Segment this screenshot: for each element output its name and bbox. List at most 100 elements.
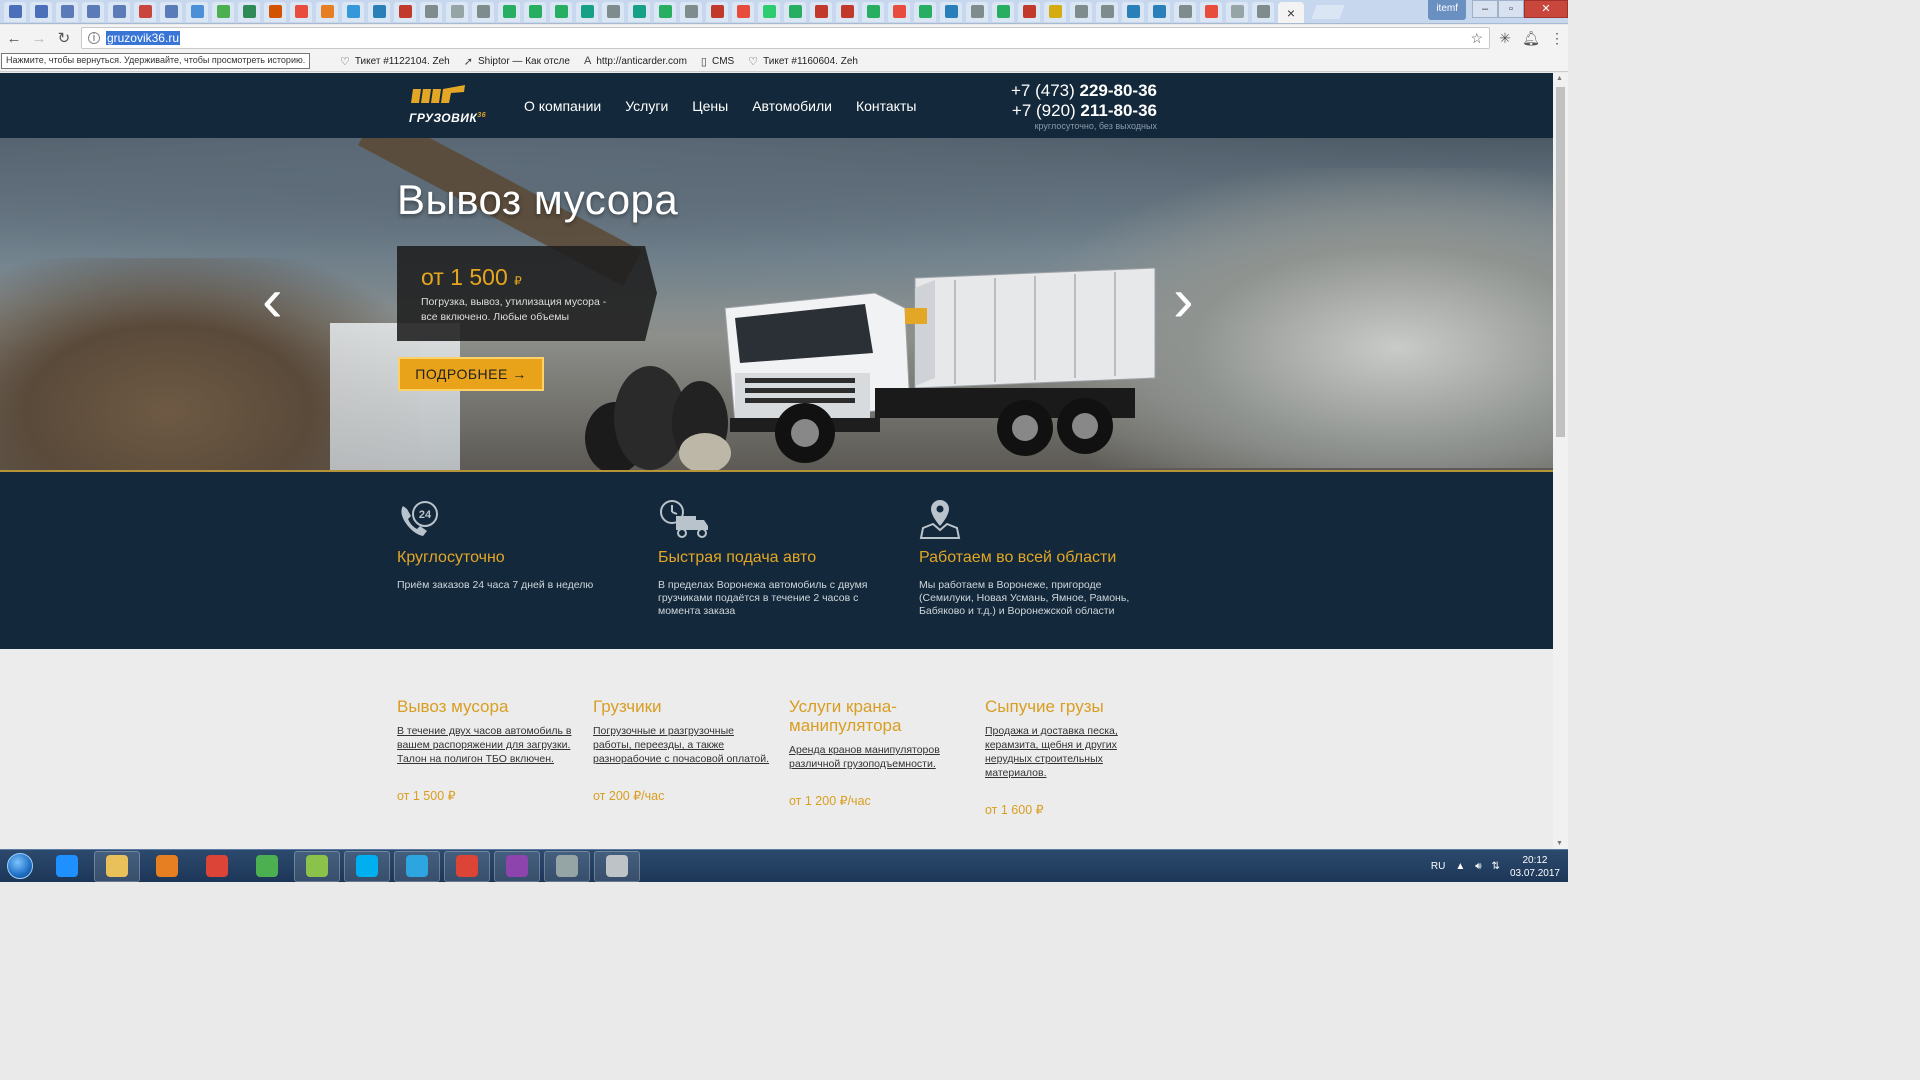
browser-tab[interactable]: [1174, 1, 1196, 22]
browser-tab[interactable]: [368, 1, 390, 22]
taskbar-app-button[interactable]: [94, 850, 140, 882]
minimize-button[interactable]: –: [1472, 0, 1498, 18]
maximize-button[interactable]: ▫: [1498, 0, 1524, 18]
browser-tab[interactable]: [914, 1, 936, 22]
browser-tab[interactable]: [446, 1, 468, 22]
browser-tab[interactable]: [732, 1, 754, 22]
browser-tab[interactable]: [862, 1, 884, 22]
bookmark-item[interactable]: ▯ CMS: [701, 55, 734, 68]
browser-tab[interactable]: [758, 1, 780, 22]
taskbar-app-button[interactable]: [194, 851, 240, 882]
more-details-button[interactable]: ПОДРОБНЕЕ →: [398, 357, 544, 391]
browser-tab[interactable]: [940, 1, 962, 22]
taskbar-app-button[interactable]: [244, 851, 290, 882]
nav-link[interactable]: Цены: [692, 98, 728, 114]
browser-tab[interactable]: [4, 1, 26, 22]
browser-tab[interactable]: [1044, 1, 1066, 22]
browser-tab[interactable]: [30, 1, 52, 22]
browser-tab[interactable]: [1226, 1, 1248, 22]
browser-tab[interactable]: [1252, 1, 1274, 22]
tray-expand-icon[interactable]: ▲: [1455, 861, 1465, 872]
browser-tab[interactable]: [550, 1, 572, 22]
extension-icon[interactable]: ✳: [1494, 30, 1516, 47]
browser-tab[interactable]: [82, 1, 104, 22]
browser-tab[interactable]: [472, 1, 494, 22]
taskbar-app-button[interactable]: [44, 851, 90, 882]
browser-tab[interactable]: [290, 1, 312, 22]
browser-tab[interactable]: [134, 1, 156, 22]
service-title[interactable]: Услуги крана-манипулятора: [789, 697, 969, 735]
scrollbar-thumb[interactable]: [1556, 87, 1565, 437]
taskbar-app-button[interactable]: [394, 850, 440, 882]
page-scrollbar[interactable]: ▲ ▼: [1553, 73, 1568, 849]
info-icon[interactable]: i: [87, 32, 100, 44]
slider-next-arrow-icon[interactable]: ›: [1173, 270, 1194, 332]
scroll-up-icon[interactable]: ▲: [1556, 75, 1563, 82]
service-card[interactable]: Сыпучие грузы Продажа и доставка песка, …: [985, 697, 1165, 817]
site-logo[interactable]: ГРУЗОВИК36: [409, 83, 489, 129]
browser-tab[interactable]: [316, 1, 338, 22]
taskbar-app-button[interactable]: [144, 851, 190, 882]
language-indicator[interactable]: RU: [1431, 861, 1445, 872]
nav-link[interactable]: О компании: [524, 98, 601, 114]
service-card[interactable]: Услуги крана-манипулятора Аренда кранов …: [789, 697, 969, 808]
service-card[interactable]: Вывоз мусора В течение двух часов автомо…: [397, 697, 577, 803]
phone-1[interactable]: +7 (473) 229-80-36: [1011, 81, 1157, 101]
browser-tab[interactable]: [888, 1, 910, 22]
browser-tab[interactable]: [108, 1, 130, 22]
service-card[interactable]: Грузчики Погрузочные и разгрузочные рабо…: [593, 697, 773, 803]
bookmark-item[interactable]: ♡ Тикет #1160604. Zeh: [748, 55, 858, 68]
service-text[interactable]: Продажа и доставка песка, керамзита, щеб…: [985, 724, 1165, 780]
nav-link[interactable]: Автомобили: [752, 98, 832, 114]
phone-2[interactable]: +7 (920) 211-80-36: [1011, 101, 1157, 121]
back-arrow-icon[interactable]: ←: [3, 27, 25, 49]
taskbar-app-button[interactable]: [594, 850, 640, 882]
new-tab-button[interactable]: [1311, 4, 1345, 19]
forward-arrow-icon[interactable]: →: [28, 27, 50, 49]
service-title[interactable]: Грузчики: [593, 697, 773, 716]
browser-tab[interactable]: [836, 1, 858, 22]
nav-link[interactable]: Услуги: [625, 98, 668, 114]
browser-tab[interactable]: [56, 1, 78, 22]
browser-tab[interactable]: [498, 1, 520, 22]
bookmark-item[interactable]: Ahttp://anticarder.com: [584, 55, 687, 67]
menu-icon[interactable]: ⋮: [1546, 30, 1568, 47]
browser-tab[interactable]: [1096, 1, 1118, 22]
profile-button[interactable]: itemf: [1428, 0, 1466, 20]
browser-tab[interactable]: [1200, 1, 1222, 22]
close-window-button[interactable]: ✕: [1524, 0, 1568, 18]
browser-tab[interactable]: [212, 1, 234, 22]
service-title[interactable]: Вывоз мусора: [397, 697, 577, 716]
browser-tab[interactable]: [394, 1, 416, 22]
network-icon[interactable]: ⇅: [1492, 861, 1500, 872]
browser-tab[interactable]: [680, 1, 702, 22]
browser-tab[interactable]: [576, 1, 598, 22]
browser-tab[interactable]: [186, 1, 208, 22]
browser-tab[interactable]: [1122, 1, 1144, 22]
service-text[interactable]: Аренда кранов манипуляторов различной гр…: [789, 743, 969, 771]
service-text[interactable]: В течение двух часов автомобиль в вашем …: [397, 724, 577, 766]
service-text[interactable]: Погрузочные и разгрузочные работы, перее…: [593, 724, 773, 766]
bookmark-star-icon[interactable]: ☆: [1470, 30, 1483, 47]
browser-tab[interactable]: [1018, 1, 1040, 22]
browser-tab[interactable]: [160, 1, 182, 22]
browser-tab[interactable]: [342, 1, 364, 22]
clock[interactable]: 20:12 03.07.2017: [1510, 854, 1560, 880]
taskbar-app-button[interactable]: [544, 850, 590, 882]
taskbar-app-button[interactable]: [444, 850, 490, 882]
scroll-down-icon[interactable]: ▼: [1556, 840, 1563, 847]
taskbar-app-button[interactable]: [294, 850, 340, 882]
browser-tab[interactable]: [628, 1, 650, 22]
browser-tab[interactable]: [784, 1, 806, 22]
bookmark-item[interactable]: ➚ Shiptor — Как отсле: [464, 55, 570, 68]
browser-tab[interactable]: [1070, 1, 1092, 22]
taskbar-app-button[interactable]: [344, 850, 390, 882]
volume-icon[interactable]: 🔊︎: [1475, 861, 1481, 872]
browser-tab[interactable]: [1148, 1, 1170, 22]
taskbar-app-button[interactable]: [494, 850, 540, 882]
browser-tab[interactable]: [706, 1, 728, 22]
url-text[interactable]: gruzovik36.ru: [105, 31, 180, 45]
browser-tab[interactable]: [524, 1, 546, 22]
nav-link[interactable]: Контакты: [856, 98, 916, 114]
browser-tab[interactable]: [992, 1, 1014, 22]
